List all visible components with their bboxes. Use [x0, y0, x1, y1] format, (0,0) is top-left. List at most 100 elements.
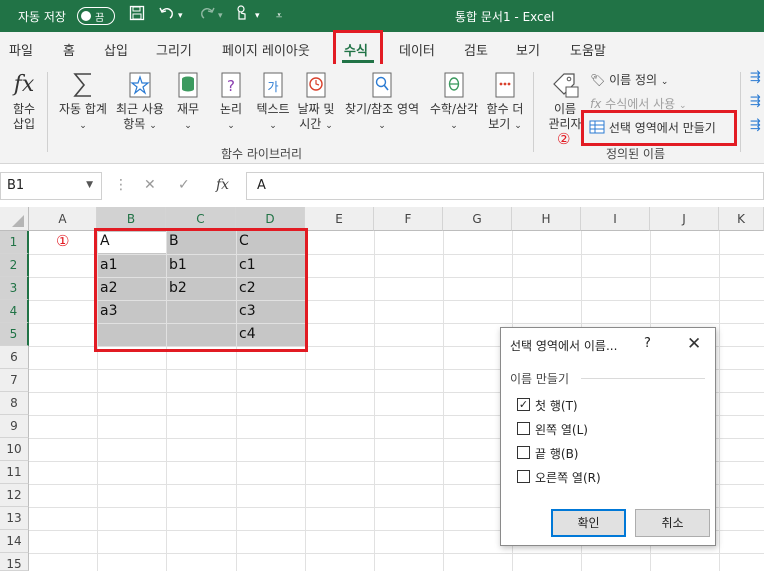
tab-page-layout[interactable]: 페이지 레이아웃 — [222, 40, 310, 59]
insert-function-icon[interactable]: fx — [216, 177, 229, 193]
logical-button[interactable]: ? 논리 ⌄ — [215, 70, 247, 134]
more-functions-label-1: 함수 더 — [486, 102, 524, 116]
autosum-button[interactable]: 자동 합계 ⌄ — [54, 70, 112, 134]
row-header-13[interactable]: 13 — [0, 507, 29, 530]
row-header-4[interactable]: 4 — [0, 300, 29, 323]
row-header-9[interactable]: 9 — [0, 415, 29, 438]
more-icon — [495, 72, 515, 98]
left-column-label: 왼쪽 열(L) — [535, 423, 588, 437]
autosave-toggle[interactable]: 끔 — [77, 7, 115, 25]
more-functions-button[interactable]: 함수 더 보기 ⌄ — [484, 70, 526, 134]
tab-insert[interactable]: 삽입 — [104, 40, 128, 59]
tab-file[interactable]: 파일 — [9, 40, 33, 59]
formula-bar: B1 ▼ ⋮ ✕ ✓ fx A — [0, 172, 764, 200]
row-header-11[interactable]: 11 — [0, 461, 29, 484]
top-row-checkbox[interactable]: ✓ — [517, 398, 530, 411]
row-header-12[interactable]: 12 — [0, 484, 29, 507]
recently-used-label-2: 항목 — [123, 117, 146, 131]
undo-icon[interactable] — [158, 5, 176, 25]
financial-button[interactable]: 재무 ⌄ — [173, 70, 203, 134]
define-name-button[interactable]: 🏷︎ 이름 정의 ⌄ — [590, 71, 668, 88]
customize-qat-icon[interactable]: ⩡ — [276, 9, 282, 23]
row-header-3[interactable]: 3 — [0, 277, 29, 300]
recently-used-label-1: 최근 사용 — [116, 102, 164, 116]
left-column-checkbox[interactable] — [517, 422, 530, 435]
trace-precedents-icon[interactable]: ⇶ — [750, 70, 761, 85]
tab-home[interactable]: 홈 — [63, 40, 75, 59]
datetime-button[interactable]: 날짜 및 시간 ⌄ — [295, 70, 337, 134]
column-header-h[interactable]: H — [512, 207, 581, 231]
tab-highlight-box — [333, 30, 383, 68]
text-functions-label: 텍스트 — [256, 102, 290, 116]
column-header-k[interactable]: K — [719, 207, 764, 231]
clock-icon — [306, 72, 326, 98]
confirm-entry-icon[interactable]: ✓ — [178, 177, 190, 193]
tab-view[interactable]: 보기 — [516, 40, 540, 59]
cancel-entry-icon[interactable]: ✕ — [144, 177, 156, 193]
magnifier-icon — [372, 72, 392, 98]
row-header-2[interactable]: 2 — [0, 254, 29, 277]
formula-value: A — [257, 178, 266, 193]
lookup-reference-label: 찾기/참조 영역 — [344, 102, 420, 116]
lookup-reference-button[interactable]: 찾기/참조 영역 ⌄ — [338, 70, 426, 134]
remove-arrows-icon[interactable]: ⇶ — [750, 118, 761, 133]
ribbon-separator — [47, 72, 48, 152]
tab-help[interactable]: 도움말 — [570, 40, 606, 59]
autosave-label: 자동 저장 — [18, 10, 66, 24]
row-header-15[interactable]: 15 — [0, 553, 29, 571]
name-manager-button[interactable]: 이름 관리자 — [544, 70, 586, 132]
command-highlight-box — [581, 110, 737, 146]
recently-used-button[interactable]: 최근 사용 항목 ⌄ — [113, 70, 167, 134]
touch-dropdown-icon[interactable]: ▾ — [255, 11, 260, 21]
right-column-checkbox[interactable] — [517, 470, 530, 483]
row-header-8[interactable]: 8 — [0, 392, 29, 415]
column-header-e[interactable]: E — [305, 207, 374, 231]
ribbon-separator — [533, 72, 534, 152]
logical-label: 논리 — [219, 102, 243, 116]
touch-mode-icon[interactable] — [234, 5, 248, 25]
row-header-7[interactable]: 7 — [0, 369, 29, 392]
help-button[interactable]: ? — [644, 336, 651, 351]
theta-icon — [444, 72, 464, 98]
row-header-1[interactable]: 1 — [0, 231, 29, 254]
name-manager-label-2: 관리자 — [548, 117, 582, 131]
column-header-j[interactable]: J — [650, 207, 719, 231]
gridline — [719, 231, 720, 571]
step-marker-1: ① — [56, 232, 70, 250]
define-name-label: 이름 정의 — [609, 73, 658, 87]
row-header-10[interactable]: 10 — [0, 438, 29, 461]
redo-dropdown-icon[interactable]: ▾ — [218, 11, 223, 21]
cancel-button[interactable]: 취소 — [635, 509, 710, 537]
question-icon: ? — [221, 72, 241, 98]
insert-function-label-2: 삽입 — [12, 117, 36, 131]
trace-dependents-icon[interactable]: ⇶ — [750, 94, 761, 109]
redo-icon[interactable] — [198, 5, 216, 25]
select-all-corner[interactable] — [0, 207, 29, 231]
tab-draw[interactable]: 그리기 — [156, 40, 192, 59]
tab-data[interactable]: 데이터 — [399, 40, 435, 59]
document-title: 통합 문서1 - Excel — [455, 10, 555, 24]
column-header-a[interactable]: A — [29, 207, 97, 231]
svg-text:?: ? — [227, 77, 235, 95]
column-header-f[interactable]: F — [374, 207, 443, 231]
define-name-dropdown-icon: ⌄ — [660, 77, 669, 87]
tab-review[interactable]: 검토 — [464, 40, 488, 59]
more-functions-label-2: 보기 — [488, 117, 511, 131]
math-trig-button[interactable]: 수학/삼각 ⌄ — [426, 70, 482, 134]
row-header-14[interactable]: 14 — [0, 530, 29, 553]
text-functions-button[interactable]: 가 텍스트 ⌄ — [252, 70, 294, 134]
row-header-5[interactable]: 5 — [0, 323, 29, 346]
row-header-6[interactable]: 6 — [0, 346, 29, 369]
column-header-g[interactable]: G — [443, 207, 512, 231]
insert-function-button[interactable]: fx 함수 삽입 — [6, 70, 42, 132]
star-icon — [129, 72, 151, 98]
formula-input[interactable]: A — [246, 172, 764, 200]
name-box[interactable]: B1 ▼ — [0, 172, 102, 200]
save-icon[interactable] — [129, 5, 145, 25]
ok-button[interactable]: 확인 — [551, 509, 626, 537]
undo-dropdown-icon[interactable]: ▾ — [178, 11, 183, 21]
create-names-group-label: 이름 만들기 — [510, 372, 570, 386]
close-icon[interactable]: ✕ — [687, 334, 701, 354]
bottom-row-checkbox[interactable] — [517, 446, 530, 459]
column-header-i[interactable]: I — [581, 207, 650, 231]
